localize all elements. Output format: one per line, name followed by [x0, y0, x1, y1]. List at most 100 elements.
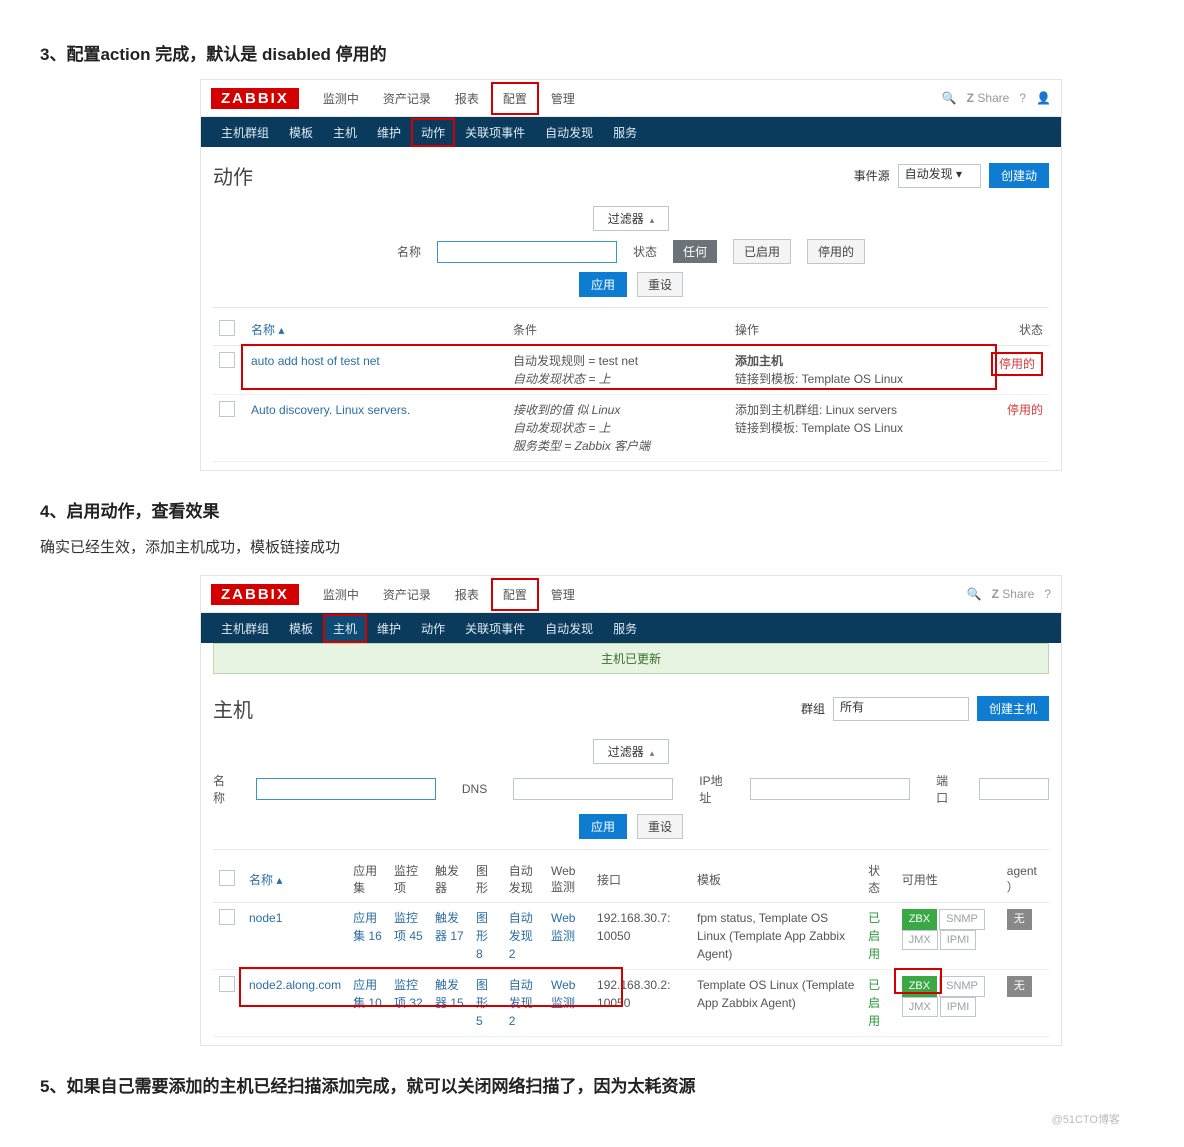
filter-port-input[interactable]: [979, 778, 1049, 800]
topmenu-inventory[interactable]: 资产记录: [371, 82, 443, 115]
topmenu-config[interactable]: 配置: [491, 578, 539, 611]
topmenu-config[interactable]: 配置: [491, 82, 539, 115]
triggers-link[interactable]: 触发器 15: [435, 978, 464, 1010]
submenu-correlation[interactable]: 关联项事件: [455, 118, 535, 147]
status-enabled[interactable]: 已启用: [733, 239, 791, 264]
col-discovery: 自动发现: [503, 856, 545, 903]
table-row: auto add host of test net 自动发现规则 = test …: [213, 346, 1049, 395]
items-link[interactable]: 监控项 32: [394, 978, 423, 1010]
event-source-select[interactable]: 自动发现 ▾: [898, 164, 981, 188]
submenu-hostgroups[interactable]: 主机群组: [211, 118, 279, 147]
discovery-link[interactable]: 自动发现 2: [509, 978, 533, 1028]
filter-apply-button[interactable]: 应用: [579, 814, 627, 839]
zabbix-logo[interactable]: ZABBIX: [211, 584, 299, 605]
ipmi-badge: IPMI: [940, 930, 977, 951]
filter-ip-label: IP地址: [699, 772, 724, 806]
submenu-actions[interactable]: 动作: [411, 118, 455, 147]
web-link[interactable]: Web监测: [551, 978, 575, 1010]
submenu-maintenance[interactable]: 维护: [367, 614, 411, 643]
status-link[interactable]: 已启用: [868, 911, 880, 961]
apps-link[interactable]: 应用集 16: [353, 911, 382, 943]
table-row: node1 应用集 16 监控项 45 触发器 17 图形 8 自动发现 2 W…: [213, 903, 1049, 970]
graphs-link[interactable]: 图形 8: [476, 911, 488, 961]
sub-menu: 主机群组 模板 主机 维护 动作 关联项事件 自动发现 服务: [201, 117, 1061, 147]
submenu-hostgroups[interactable]: 主机群组: [211, 614, 279, 643]
page-title: 动作: [213, 161, 253, 190]
discovery-link[interactable]: 自动发现 2: [509, 911, 533, 961]
filter-name-input[interactable]: [437, 241, 617, 263]
create-host-button[interactable]: 创建主机: [977, 696, 1049, 721]
topmenu-monitoring[interactable]: 监测中: [311, 578, 371, 611]
topmenu-monitoring[interactable]: 监测中: [311, 82, 371, 115]
submenu-services[interactable]: 服务: [603, 118, 647, 147]
row-checkbox[interactable]: [219, 401, 235, 417]
status-disabled[interactable]: 停用的: [807, 239, 865, 264]
topmenu-reports[interactable]: 报表: [443, 578, 491, 611]
create-action-button[interactable]: 创建动: [989, 163, 1049, 188]
search-icon[interactable]: 🔍: [942, 91, 957, 105]
filter-apply-button[interactable]: 应用: [579, 272, 627, 297]
topmenu-admin[interactable]: 管理: [539, 578, 587, 611]
submenu-services[interactable]: 服务: [603, 614, 647, 643]
submenu-discovery[interactable]: 自动发现: [535, 614, 603, 643]
share-link[interactable]: Z Share: [992, 587, 1035, 601]
operation-line: 添加到主机群组: Linux servers: [735, 401, 971, 419]
agent-badge: 无: [1007, 976, 1032, 997]
iface-cell: 192.168.30.7: 10050: [591, 903, 691, 970]
select-all-checkbox[interactable]: [219, 870, 235, 886]
graphs-link[interactable]: 图形 5: [476, 978, 488, 1028]
filter-dns-input[interactable]: [513, 778, 673, 800]
submenu-correlation[interactable]: 关联项事件: [455, 614, 535, 643]
user-icon[interactable]: 👤: [1036, 91, 1051, 105]
filter-name-input[interactable]: [256, 778, 436, 800]
col-apps: 应用集: [347, 856, 388, 903]
help-icon[interactable]: ?: [1019, 91, 1026, 105]
submenu-actions[interactable]: 动作: [411, 614, 455, 643]
row-checkbox[interactable]: [219, 976, 235, 992]
col-name[interactable]: 名称 ▴: [245, 314, 507, 346]
condition-line: 自动发现状态 = 上: [513, 419, 723, 437]
help-icon[interactable]: ?: [1044, 587, 1051, 601]
select-all-checkbox[interactable]: [219, 320, 235, 336]
filter-toggle[interactable]: 过滤器: [593, 206, 669, 231]
items-link[interactable]: 监控项 45: [394, 911, 423, 943]
topmenu-admin[interactable]: 管理: [539, 82, 587, 115]
submenu-hosts[interactable]: 主机: [323, 118, 367, 147]
topmenu-inventory[interactable]: 资产记录: [371, 578, 443, 611]
status-link[interactable]: 停用的: [991, 352, 1043, 376]
status-any[interactable]: 任何: [673, 240, 717, 263]
submenu-templates[interactable]: 模板: [279, 118, 323, 147]
submenu-discovery[interactable]: 自动发现: [535, 118, 603, 147]
host-name-link[interactable]: node1: [249, 911, 282, 925]
operation-line: 链接到模板: Template OS Linux: [735, 419, 971, 437]
topmenu-reports[interactable]: 报表: [443, 82, 491, 115]
submenu-hosts[interactable]: 主机: [323, 614, 367, 643]
submenu-templates[interactable]: 模板: [279, 614, 323, 643]
action-name-link[interactable]: auto add host of test net: [251, 354, 380, 368]
actions-table: 名称 ▴ 条件 操作 状态 auto add host of test net …: [213, 314, 1049, 462]
submenu-maintenance[interactable]: 维护: [367, 118, 411, 147]
row-checkbox[interactable]: [219, 352, 235, 368]
filter-toggle[interactable]: 过滤器: [593, 739, 669, 764]
status-link[interactable]: 停用的: [1007, 403, 1043, 417]
group-select[interactable]: 所有: [833, 697, 969, 721]
apps-link[interactable]: 应用集 10: [353, 978, 382, 1010]
col-conditions: 条件: [507, 314, 729, 346]
host-name-link[interactable]: node2.along.com: [249, 978, 341, 992]
share-link[interactable]: Z Share: [967, 91, 1010, 105]
triggers-link[interactable]: 触发器 17: [435, 911, 464, 943]
col-iface: 接口: [591, 856, 691, 903]
web-link[interactable]: Web监测: [551, 911, 575, 943]
row-checkbox[interactable]: [219, 909, 235, 925]
status-link[interactable]: 已启用: [868, 978, 880, 1028]
table-row: node2.along.com 应用集 10 监控项 32 触发器 15 图形 …: [213, 970, 1049, 1037]
filter-ip-input[interactable]: [750, 778, 910, 800]
zabbix-logo[interactable]: ZABBIX: [211, 88, 299, 109]
search-icon[interactable]: 🔍: [967, 587, 982, 601]
col-name[interactable]: 名称 ▴: [243, 856, 347, 903]
filter-reset-button[interactable]: 重设: [637, 814, 683, 839]
action-name-link[interactable]: Auto discovery. Linux servers.: [251, 403, 410, 417]
templates-cell: fpm status, Template OS Linux (Template …: [691, 903, 862, 970]
filter-reset-button[interactable]: 重设: [637, 272, 683, 297]
operation-line: 添加主机: [735, 352, 971, 370]
